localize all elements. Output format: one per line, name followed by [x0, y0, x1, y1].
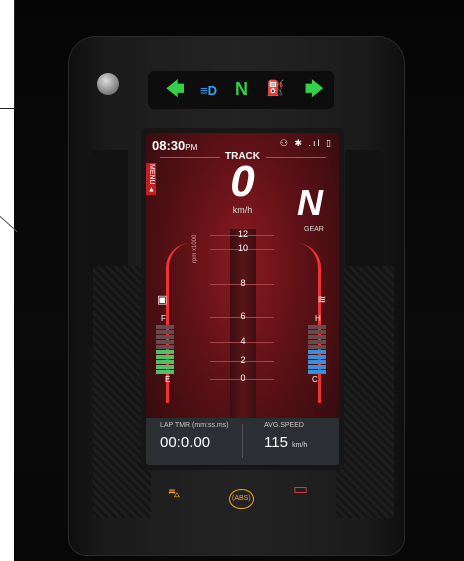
gauge-segment: [308, 340, 326, 344]
coolant-temp-icon: ≋: [317, 294, 327, 306]
gauge-segment: [156, 350, 174, 354]
fuel-full-label: F: [161, 314, 166, 323]
avg-speed-unit: km/h: [292, 442, 308, 449]
headlight-icon: ≡D: [200, 83, 217, 98]
fuel-warning-icon: ⛽: [266, 80, 285, 97]
fuel-gauge-icon: ▣: [157, 294, 168, 306]
gauge-segment: [156, 365, 174, 369]
lap-timer-label: LAP TMR (mm:ss.ms): [160, 422, 229, 429]
rpm-track: [230, 229, 256, 419]
gear-label: GEAR: [304, 226, 324, 233]
gauge-segment: [156, 370, 174, 374]
battery-warning-icon: ▭: [293, 481, 309, 498]
avg-speed-readout: 115 km/h: [264, 434, 307, 451]
lap-timer-value: 00:0.00: [160, 434, 211, 451]
gauge-segment: [308, 345, 326, 349]
right-carbon-panel: [336, 266, 394, 518]
rpm-tick-label: 12: [237, 229, 248, 239]
right-turn-signal-icon: 🡆: [305, 79, 324, 99]
gauge-segment: [308, 365, 326, 369]
temp-hot-label: H: [315, 314, 321, 323]
avg-speed-value: 115: [264, 434, 288, 451]
rpm-tick-label: 10: [237, 243, 248, 253]
info-panel: LAP TMR (mm:ss.ms) 00:0.00 AVG.SPEED 115…: [146, 418, 339, 465]
gauge-segment: [156, 340, 174, 344]
tft-screen: 08:30PM ⚇ ✱ .ıl ▯ TRACK MENU ▲ 0 km/h N …: [146, 133, 339, 465]
abs-warning-icon: (ABS): [229, 489, 254, 509]
gauge-segment: [308, 350, 326, 354]
status-bar: 08:30PM ⚇ ✱ .ıl ▯: [146, 133, 339, 153]
gear-value: N: [297, 182, 323, 223]
gauge-segment: [156, 335, 174, 339]
gauge-segment: [308, 325, 326, 329]
gauge-segment: [308, 330, 326, 334]
temp-cold-label: C: [312, 375, 318, 384]
gauge-segment: [308, 360, 326, 364]
rpm-tick-label: 0: [240, 373, 246, 383]
gauge-segment: [156, 360, 174, 364]
rpm-tick-label: 6: [240, 311, 246, 321]
avg-speed-label: AVG.SPEED: [264, 422, 304, 429]
rpm-unit: rpm x1000: [192, 234, 198, 263]
status-icons: ⚇ ✱ .ıl ▯: [279, 138, 333, 148]
gauge-segment: [308, 335, 326, 339]
gauge-segment: [156, 355, 174, 359]
corner-panel: [0, 0, 15, 109]
rpm-tick-label: 4: [240, 336, 246, 346]
neutral-indicator-icon: N: [235, 79, 248, 99]
info-divider: [242, 424, 243, 458]
light-sensor-knob: [97, 73, 119, 95]
gauge-segment: [308, 370, 326, 374]
rpm-tick-label: 8: [240, 278, 246, 288]
left-turn-signal-icon: 🡄: [166, 79, 185, 99]
rpm-tick-label: 2: [240, 355, 246, 365]
gauge-segment: [156, 345, 174, 349]
gauge-segment: [156, 330, 174, 334]
engine-warning-icon: ⛍: [168, 486, 181, 500]
fuel-empty-label: E: [165, 375, 171, 384]
gauge-segment: [156, 325, 174, 329]
gauge-segment: [308, 355, 326, 359]
